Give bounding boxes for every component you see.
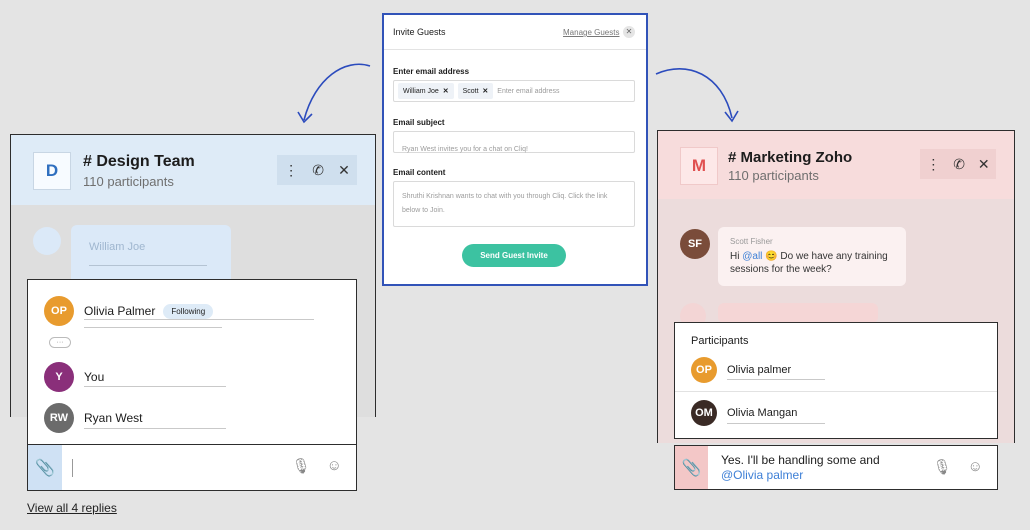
thread-item[interactable]: OP Olivia Palmer Following xyxy=(44,296,214,326)
remove-chip-icon[interactable]: ✕ xyxy=(443,87,449,95)
ghost-line xyxy=(89,265,207,266)
phone-icon[interactable]: ✆ xyxy=(953,156,965,173)
subject-value: Ryan West invites you for a chat on Cliq… xyxy=(402,146,528,153)
sender-name: Scott Fisher xyxy=(730,237,773,246)
thread-item[interactable]: Y You xyxy=(44,362,104,392)
modal-title: Invite Guests xyxy=(393,27,446,37)
close-icon[interactable]: ✕ xyxy=(978,156,990,173)
subject-label: Email subject xyxy=(393,118,445,127)
content-value: Shruthi Krishnan wants to chat with you … xyxy=(402,193,608,214)
channel-title: # Marketing Zoho xyxy=(728,149,853,166)
attach-icon[interactable]: 📎 xyxy=(675,446,708,489)
invite-guests-modal: Invite Guests Manage Guests ✕ Enter emai… xyxy=(382,13,648,286)
divider xyxy=(84,327,222,328)
composer-icons: 🎙 ☺ xyxy=(933,458,983,476)
more-icon[interactable]: ⋮ xyxy=(926,156,940,173)
right-composer: 📎 Yes. I'll be handling some and @Olivia… xyxy=(674,445,998,490)
email-chip[interactable]: Scott ✕ xyxy=(457,83,494,99)
participant-name: Olivia Mangan xyxy=(727,407,798,419)
composer-icons: 🎙 ☺ xyxy=(292,457,342,475)
channel-title: # Design Team xyxy=(83,153,195,170)
avatar: OP xyxy=(44,296,74,326)
microphone-icon[interactable]: 🎙 xyxy=(933,458,952,476)
avatar: Y xyxy=(44,362,74,392)
email-placeholder: Enter email address xyxy=(497,87,560,95)
ghost-message: William Joe xyxy=(71,225,231,285)
composer-line: Yes. I'll be handling some and xyxy=(721,453,880,467)
sender-avatar: SF xyxy=(680,229,710,259)
thread-name: You xyxy=(84,370,105,384)
thread-popup: OP Olivia Palmer Following ··· Y You RW … xyxy=(27,279,357,445)
modal-header: Invite Guests Manage Guests ✕ xyxy=(384,15,646,50)
email-label: Enter email address xyxy=(393,67,470,76)
manage-guests-link[interactable]: Manage Guests xyxy=(563,28,619,37)
participants-title: Participants xyxy=(691,335,749,347)
composer-text[interactable]: Yes. I'll be handling some and @Olivia p… xyxy=(721,453,921,483)
ghost-avatar xyxy=(33,227,61,255)
view-replies-link[interactable]: View all 4 replies xyxy=(27,501,117,515)
email-chip[interactable]: William Joe ✕ xyxy=(398,83,454,99)
subject-input[interactable]: Ryan West invites you for a chat on Cliq… xyxy=(393,131,635,153)
message-text: Hi @all 😊 Do we have any training sessio… xyxy=(730,250,900,276)
arrow-right-decoration xyxy=(655,68,739,123)
following-badge[interactable]: Following xyxy=(163,303,214,319)
participant-count: 110 participants xyxy=(83,174,174,189)
participant-name: Olivia palmer xyxy=(727,364,792,376)
participants-panel: Participants OP Olivia palmer OM Olivia … xyxy=(674,322,998,439)
channel-avatar: D xyxy=(33,152,71,190)
header-actions: ⋮ ✆ ✕ xyxy=(277,155,357,185)
arrow-left-decoration xyxy=(297,63,371,124)
avatar: RW xyxy=(44,403,74,433)
composer-mention: @Olivia palmer xyxy=(721,468,804,482)
divider xyxy=(84,428,226,429)
chip-label: William Joe xyxy=(403,87,439,95)
channel-avatar: M xyxy=(680,147,718,185)
emoji-icon[interactable]: ☺ xyxy=(327,457,342,475)
close-icon[interactable]: ✕ xyxy=(623,26,635,38)
divider xyxy=(675,391,997,392)
emoji: 😊 xyxy=(765,251,778,262)
participant-count: 110 participants xyxy=(728,168,819,183)
divider xyxy=(727,379,825,380)
emoji-icon[interactable]: ☺ xyxy=(968,458,983,476)
ghost-sender: William Joe xyxy=(89,241,146,253)
divider xyxy=(84,386,226,387)
content-label: Email content xyxy=(393,168,446,177)
phone-icon[interactable]: ✆ xyxy=(312,162,324,179)
divider xyxy=(84,319,314,320)
chat-header: D # Design Team 110 participants ⋮ ✆ ✕ xyxy=(11,135,375,205)
ghost-message xyxy=(718,303,878,323)
more-icon[interactable]: ⋮ xyxy=(284,162,298,179)
mention[interactable]: @all xyxy=(742,251,762,262)
close-icon[interactable]: ✕ xyxy=(338,162,350,179)
divider xyxy=(727,423,825,424)
content-textarea[interactable]: Shruthi Krishnan wants to chat with you … xyxy=(393,181,635,227)
text-cursor[interactable] xyxy=(72,459,73,477)
attach-icon[interactable]: 📎 xyxy=(28,445,62,490)
more-replies-icon[interactable]: ··· xyxy=(49,337,71,348)
message-prefix: Hi xyxy=(730,251,740,262)
thread-name: Olivia Palmer xyxy=(84,304,156,318)
chip-label: Scott xyxy=(462,87,479,95)
email-input[interactable]: William Joe ✕ Scott ✕ Enter email addres… xyxy=(393,80,635,102)
microphone-icon[interactable]: 🎙 xyxy=(292,457,311,475)
left-composer: 📎 🎙 ☺ xyxy=(27,444,357,491)
avatar: OM xyxy=(691,400,717,426)
chat-header: M # Marketing Zoho 110 participants ⋮ ✆ … xyxy=(658,131,1014,199)
header-actions: ⋮ ✆ ✕ xyxy=(920,149,996,179)
remove-chip-icon[interactable]: ✕ xyxy=(482,87,488,95)
avatar: OP xyxy=(691,357,717,383)
send-guest-invite-button[interactable]: Send Guest Invite xyxy=(462,244,566,267)
thread-name: Ryan West xyxy=(84,411,143,425)
message-bubble: Scott Fisher Hi @all 😊 Do we have any tr… xyxy=(718,227,906,286)
